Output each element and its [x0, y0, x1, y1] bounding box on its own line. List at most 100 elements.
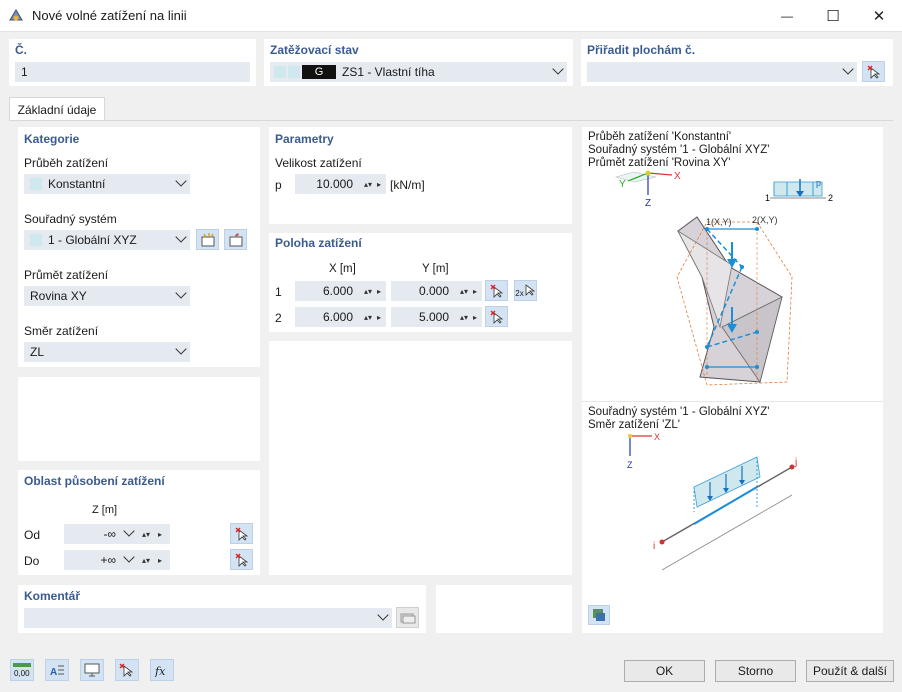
- from-select[interactable]: -∞: [64, 524, 138, 544]
- chevron-down-icon: [377, 609, 389, 621]
- y1-input[interactable]: 0.000: [391, 281, 455, 301]
- direction-select[interactable]: ZL: [24, 342, 190, 362]
- point1-label: 1(X,Y): [706, 217, 732, 227]
- library-icon: [400, 613, 415, 623]
- monitor-icon: [84, 663, 100, 677]
- tab-basic-data[interactable]: Základní údaje: [9, 97, 105, 121]
- two-points-label: 2x: [515, 289, 524, 298]
- load-case-select[interactable]: G ZS1 - Vlastní tíha: [270, 62, 567, 82]
- y1-next-button[interactable]: ▸: [468, 281, 482, 301]
- app-icon: [9, 9, 23, 21]
- coord-value: 1 - Globální XYZ: [48, 233, 137, 247]
- p-value-input[interactable]: 10.000: [295, 174, 359, 194]
- projection-select[interactable]: Rovina XY: [24, 286, 190, 306]
- assign-surfaces-select[interactable]: [587, 62, 857, 82]
- legend-point1-label: 1: [765, 193, 770, 203]
- empty-panel: [436, 585, 572, 633]
- axis-pair: X Z: [627, 432, 660, 470]
- axis-z-label: Z: [627, 460, 633, 470]
- x2-input[interactable]: 6.000: [295, 307, 359, 327]
- close-button[interactable]: ✕: [856, 0, 902, 32]
- number-input[interactable]: 1: [15, 62, 250, 82]
- parameters-panel: Parametry Velikost zatížení p 10.000 ▴▾ …: [269, 127, 572, 224]
- area-panel: Oblast působení zatížení Z [m] Od -∞ ▴▾ …: [18, 470, 260, 575]
- x1-next-button[interactable]: ▸: [372, 281, 386, 301]
- minimize-button[interactable]: —: [764, 0, 810, 32]
- area-title: Oblast působení zatížení: [24, 474, 165, 488]
- preview-line: Průběh zatížení 'Konstantní': [588, 131, 732, 143]
- number-label: Č.: [15, 43, 27, 57]
- p-next-button[interactable]: ▸: [372, 174, 386, 194]
- y2-input[interactable]: 5.000: [391, 307, 455, 327]
- tab-label: Základní údaje: [17, 102, 97, 117]
- pick-point2-button[interactable]: [485, 306, 508, 327]
- distribution-select[interactable]: Konstantní: [24, 174, 190, 194]
- function-icon: fx: [154, 665, 166, 677]
- empty-panel: [18, 377, 260, 461]
- z-column-header: Z [m]: [92, 504, 118, 516]
- pick-cursor-icon: [235, 527, 248, 541]
- text-button[interactable]: A: [45, 659, 69, 681]
- coord-system-select[interactable]: 1 - Globální XYZ: [24, 230, 190, 250]
- comment-library-button[interactable]: [396, 607, 419, 628]
- units-button[interactable]: 0,00: [10, 659, 34, 681]
- ok-button[interactable]: OK: [624, 660, 705, 682]
- projection-value: Rovina XY: [30, 289, 87, 303]
- pick-surfaces-button[interactable]: [862, 61, 885, 82]
- minimize-icon: —: [781, 9, 793, 23]
- preview-caption-top: Průběh zatížení 'Konstantní' Souřadný sy…: [588, 131, 769, 170]
- to-next-button[interactable]: ▸: [150, 550, 170, 570]
- axis-y-label: Y: [619, 179, 626, 190]
- new-coord-system-button[interactable]: [196, 229, 219, 250]
- chevron-down-icon: [123, 525, 135, 537]
- x1-input[interactable]: 6.000: [295, 281, 359, 301]
- color-swatch: [30, 178, 42, 190]
- preview-settings-button[interactable]: [588, 605, 610, 625]
- maximize-button[interactable]: ☐: [810, 0, 856, 32]
- delete-button[interactable]: [115, 659, 139, 681]
- empty-panel: [269, 341, 572, 575]
- load-case-label: Zatěžovací stav: [270, 43, 359, 57]
- load-legend: 1 2 p: [765, 178, 833, 203]
- edit-coord-system-button[interactable]: [224, 229, 247, 250]
- apply-next-button[interactable]: Použít & další: [806, 660, 894, 682]
- function-button[interactable]: fx: [150, 659, 174, 681]
- assign-panel: Přiřadit plochám č.: [581, 39, 893, 86]
- svg-text:0,00: 0,00: [14, 669, 30, 677]
- pick-two-points-button[interactable]: 2x: [514, 280, 537, 301]
- category-title: Kategorie: [24, 132, 80, 146]
- row-index: 1: [275, 285, 282, 299]
- pick-from-button[interactable]: [230, 523, 253, 544]
- preview-line: Směr zatížení 'ZL': [588, 419, 680, 431]
- chevron-down-icon: [175, 231, 187, 243]
- parameters-title: Parametry: [275, 132, 334, 146]
- load-3d-diagram: X Y Z 1 2 p 1(X,Y) 2(X,Y): [614, 170, 833, 386]
- from-next-button[interactable]: ▸: [150, 524, 170, 544]
- view-button[interactable]: [80, 659, 104, 681]
- edit-coord-icon: [229, 232, 242, 246]
- number-panel: Č. 1: [9, 39, 256, 86]
- title-bar: Nové volné zatížení na linii — ☐ ✕: [0, 0, 902, 32]
- to-select[interactable]: +∞: [64, 550, 138, 570]
- y-column-header: Y [m]: [422, 263, 449, 275]
- pick-point1-button[interactable]: [485, 280, 508, 301]
- p-label: p: [275, 178, 282, 192]
- load-case-tag: G: [302, 65, 336, 79]
- svg-text:A: A: [50, 667, 57, 677]
- pick-to-button[interactable]: [230, 549, 253, 570]
- y2-next-button[interactable]: ▸: [468, 307, 482, 327]
- direction-value: ZL: [30, 345, 45, 359]
- chevron-down-icon: [175, 175, 187, 187]
- chevron-down-icon: [842, 63, 854, 75]
- comment-input[interactable]: [24, 608, 392, 628]
- pick-cursor-icon: [525, 283, 535, 296]
- cancel-button[interactable]: Storno: [715, 660, 796, 682]
- x2-next-button[interactable]: ▸: [372, 307, 386, 327]
- node-j-label: j: [794, 457, 797, 468]
- text-icon: A: [50, 665, 64, 677]
- color-swatch: [274, 66, 286, 78]
- pick-cursor-icon: [235, 553, 248, 567]
- pick-cursor-icon: [490, 310, 503, 324]
- from-value: -∞: [103, 527, 116, 541]
- legend-p-label: p: [816, 178, 821, 188]
